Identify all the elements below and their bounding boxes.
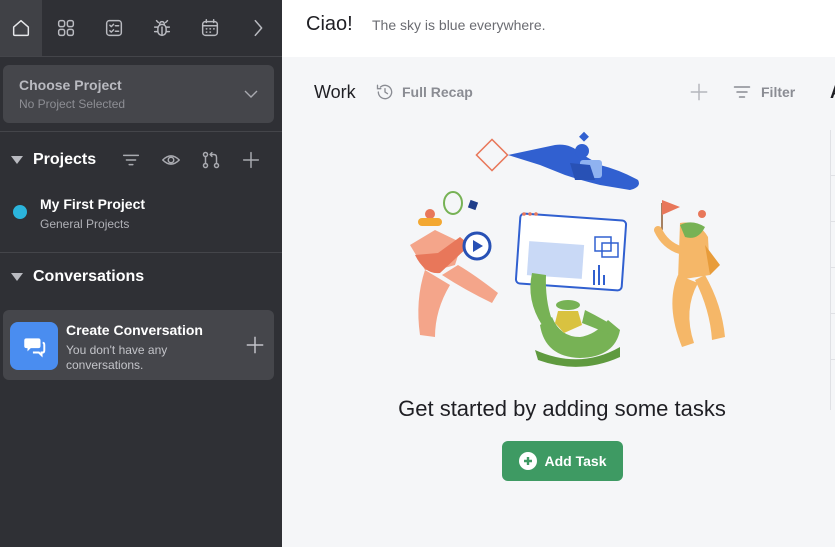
calendar-icon — [201, 19, 219, 37]
clipped-tab-label: A — [830, 82, 835, 103]
create-conversation-card[interactable]: Create Conversation You don't have any c… — [3, 310, 274, 380]
projects-section-header[interactable]: Projects — [0, 146, 282, 174]
conversations-section-header[interactable]: Conversations — [0, 263, 282, 291]
filter-label: Filter — [761, 84, 796, 100]
team-illustration — [410, 131, 725, 367]
pull-request-icon[interactable] — [200, 149, 222, 171]
add-task-button[interactable]: Add Task — [502, 441, 623, 481]
project-color-dot — [13, 205, 27, 219]
collapse-triangle-icon[interactable] — [11, 273, 23, 281]
home-icon — [12, 19, 30, 37]
add-project-icon[interactable] — [240, 149, 262, 171]
checklist-icon — [105, 19, 123, 37]
empty-state-title: Get started by adding some tasks — [398, 396, 726, 421]
nav-dashboard[interactable] — [42, 0, 90, 56]
sidebar-top-nav — [0, 0, 282, 57]
nav-expand[interactable] — [234, 0, 282, 56]
side-panel-edge — [830, 130, 835, 410]
collapse-triangle-icon[interactable] — [11, 156, 23, 164]
add-icon[interactable] — [688, 81, 710, 103]
divider — [0, 252, 282, 253]
add-task-label: Add Task — [544, 453, 607, 469]
motto: The sky is blue everywhere. — [372, 17, 546, 33]
grid-icon — [57, 19, 75, 37]
work-toolbar: Work Full Recap Filter A — [282, 70, 835, 114]
conversations-empty-text: You don't have any conversations. — [66, 343, 168, 372]
project-selector[interactable]: Choose Project No Project Selected — [3, 65, 274, 123]
sort-icon[interactable] — [120, 149, 142, 171]
history-icon — [376, 84, 393, 100]
create-conversation-label: Create Conversation — [66, 322, 203, 338]
project-selector-label: Choose Project — [19, 77, 122, 93]
plus-circle-icon — [518, 452, 537, 470]
nav-tasks[interactable] — [90, 0, 138, 56]
nav-calendar[interactable] — [186, 0, 234, 56]
conversations-title: Conversations — [33, 268, 145, 285]
project-selector-value: No Project Selected — [19, 97, 126, 111]
work-title: Work — [314, 82, 356, 102]
nav-bugs[interactable] — [138, 0, 186, 56]
projects-title: Projects — [33, 151, 97, 168]
full-recap-label: Full Recap — [402, 84, 473, 100]
project-group: General Projects — [40, 217, 130, 231]
main-header: Ciao! The sky is blue everywhere. — [282, 0, 835, 57]
nav-home[interactable] — [0, 0, 42, 56]
chat-bubble-icon — [10, 322, 58, 370]
project-name: My First Project — [40, 196, 146, 212]
filter-icon — [733, 86, 751, 98]
greeting: Ciao! — [306, 13, 353, 35]
filter-button[interactable]: Filter — [732, 82, 795, 102]
full-recap-button[interactable]: Full Recap — [375, 82, 473, 102]
projects-tools — [120, 149, 262, 171]
add-conversation-icon[interactable] — [244, 334, 266, 356]
chevron-right-icon — [254, 19, 263, 37]
chevron-down-icon — [244, 90, 258, 98]
sidebar: Choose Project No Project Selected Proje… — [0, 0, 282, 547]
project-item[interactable]: My First Project General Projects — [0, 193, 282, 237]
eye-icon[interactable] — [160, 149, 182, 171]
divider — [0, 131, 282, 132]
bug-icon — [153, 19, 171, 37]
